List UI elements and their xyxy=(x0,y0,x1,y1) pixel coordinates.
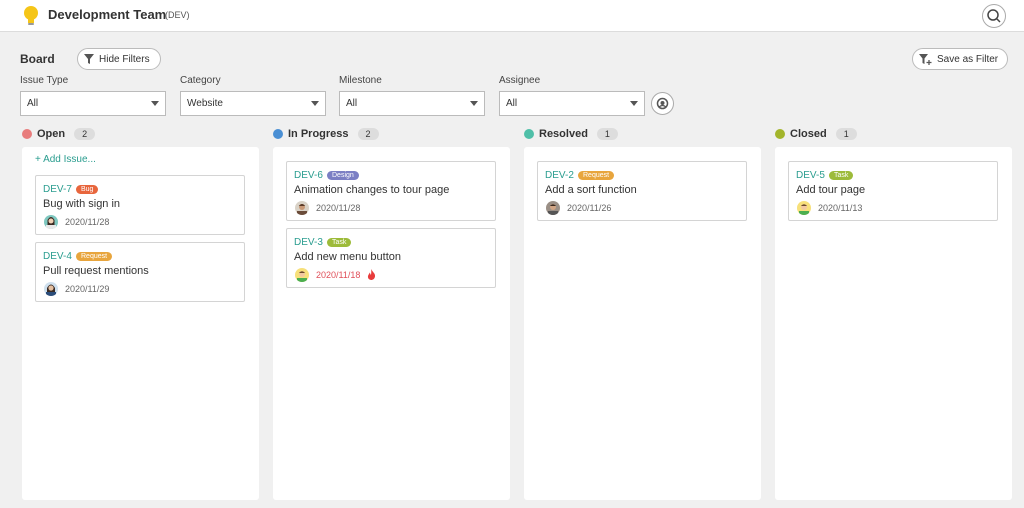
issue-card[interactable]: DEV-7 Bug Bug with sign in 2020/11/28 xyxy=(35,175,245,235)
due-date: 2020/11/29 xyxy=(65,284,110,294)
avatar xyxy=(546,201,560,215)
milestone-value: All xyxy=(346,98,358,109)
issue-title: Bug with sign in xyxy=(43,198,121,210)
add-issue-link[interactable]: + Add Issue... xyxy=(35,154,96,165)
issue-key[interactable]: DEV-3 xyxy=(294,237,323,248)
issue-key[interactable]: DEV-5 xyxy=(796,170,825,181)
chevron-down-icon xyxy=(151,101,159,106)
issue-card[interactable]: DEV-3 Task Add new menu button 2020/11/1… xyxy=(286,228,496,288)
milestone-select[interactable]: All xyxy=(339,91,485,116)
issue-type-select[interactable]: All xyxy=(20,91,166,116)
save-as-filter-label: Save as Filter xyxy=(937,53,999,65)
column-header-closed: Closed 1 xyxy=(775,127,857,141)
due-date-overdue: 2020/11/18 xyxy=(316,270,361,280)
issue-title: Pull request mentions xyxy=(43,265,149,277)
column-in-progress: DEV-6 Design Animation changes to tour p… xyxy=(273,147,510,500)
avatar xyxy=(44,282,58,296)
column-header-in-progress: In Progress 2 xyxy=(273,127,379,141)
column-header-resolved: Resolved 1 xyxy=(524,127,618,141)
issue-title: Add new menu button xyxy=(294,251,402,263)
watcher-icon xyxy=(656,97,669,110)
issue-card[interactable]: DEV-5 Task Add tour page 2020/11/13 xyxy=(788,161,998,221)
column-count: 2 xyxy=(357,128,379,140)
issue-title: Add a sort function xyxy=(545,184,637,196)
issue-key[interactable]: DEV-6 xyxy=(294,170,323,181)
issue-type-label: Issue Type xyxy=(20,75,69,86)
column-count: 1 xyxy=(596,128,618,140)
column-name: Closed xyxy=(790,128,827,140)
category-value: Website xyxy=(187,98,223,109)
issue-type-badge: Task xyxy=(327,238,352,247)
issue-type-badge: Bug xyxy=(76,185,99,194)
issue-key[interactable]: DEV-2 xyxy=(545,170,574,181)
team-name: Development Team xyxy=(48,7,167,22)
assignee-select[interactable]: All xyxy=(499,91,645,116)
status-dot xyxy=(775,129,785,139)
filter-add-icon xyxy=(919,53,932,65)
due-date: 2020/11/13 xyxy=(818,203,863,213)
issue-card[interactable]: DEV-4 Request Pull request mentions 2020… xyxy=(35,242,245,302)
issue-key[interactable]: DEV-7 xyxy=(43,184,72,195)
category-label: Category xyxy=(180,75,221,86)
issue-type-badge: Request xyxy=(578,171,615,180)
avatar xyxy=(44,215,58,229)
column-header-open: Open 2 xyxy=(22,127,96,141)
fire-icon xyxy=(367,269,376,280)
issue-key[interactable]: DEV-4 xyxy=(43,251,72,262)
column-open: + Add Issue... DEV-7 Bug Bug with sign i… xyxy=(22,147,259,500)
chevron-down-icon xyxy=(311,101,319,106)
column-count: 2 xyxy=(74,128,96,140)
search-icon xyxy=(987,9,1001,23)
issue-type-badge: Task xyxy=(829,171,854,180)
avatar xyxy=(295,201,309,215)
issue-card[interactable]: DEV-2 Request Add a sort function 2020/1… xyxy=(537,161,747,221)
avatar xyxy=(797,201,811,215)
column-name: Open xyxy=(37,128,66,140)
hide-filters-button[interactable]: Hide Filters xyxy=(77,48,161,70)
avatar xyxy=(295,268,309,282)
issue-type-badge: Design xyxy=(327,171,359,180)
hide-filters-label: Hide Filters xyxy=(99,53,150,65)
search-button[interactable] xyxy=(982,4,1006,28)
watcher-button[interactable] xyxy=(651,92,674,115)
chevron-down-icon xyxy=(630,101,638,106)
top-bar: Development Team (DEV) xyxy=(0,0,1024,32)
filter-icon xyxy=(84,54,94,64)
column-name: In Progress xyxy=(288,128,349,140)
milestone-label: Milestone xyxy=(339,75,382,86)
due-date: 2020/11/26 xyxy=(567,203,612,213)
issue-title: Add tour page xyxy=(796,184,866,196)
status-dot xyxy=(22,129,32,139)
issue-card[interactable]: DEV-6 Design Animation changes to tour p… xyxy=(286,161,496,221)
lightbulb-icon xyxy=(24,6,38,25)
save-as-filter-button[interactable]: Save as Filter xyxy=(912,48,1008,70)
issue-type-value: All xyxy=(27,98,39,109)
chevron-down-icon xyxy=(470,101,478,106)
column-name: Resolved xyxy=(539,128,588,140)
assignee-value: All xyxy=(506,98,518,109)
due-date: 2020/11/28 xyxy=(316,203,361,213)
assignee-label: Assignee xyxy=(499,75,541,86)
column-count: 1 xyxy=(835,128,857,140)
issue-type-badge: Request xyxy=(76,252,113,261)
category-select[interactable]: Website xyxy=(180,91,326,116)
status-dot xyxy=(524,129,534,139)
due-date: 2020/11/28 xyxy=(65,217,110,227)
issue-title: Animation changes to tour page xyxy=(294,184,450,196)
board-title: Board xyxy=(20,52,55,66)
column-resolved: DEV-2 Request Add a sort function 2020/1… xyxy=(524,147,761,500)
team-key: (DEV) xyxy=(165,10,190,20)
column-closed: DEV-5 Task Add tour page 2020/11/13 xyxy=(775,147,1012,500)
status-dot xyxy=(273,129,283,139)
